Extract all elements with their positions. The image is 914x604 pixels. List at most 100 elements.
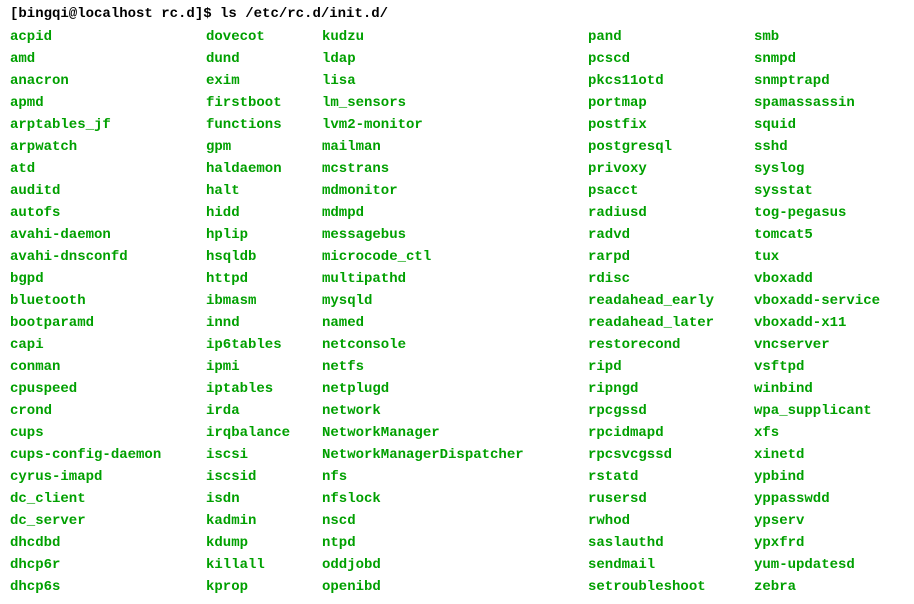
file-entry: ibmasm xyxy=(206,290,306,312)
file-entry: ipmi xyxy=(206,356,306,378)
file-entry: netconsole xyxy=(322,334,572,356)
file-entry: mcstrans xyxy=(322,158,572,180)
file-entry: portmap xyxy=(588,92,738,114)
file-entry: tux xyxy=(754,246,904,268)
file-entry: irqbalance xyxy=(206,422,306,444)
file-entry: capi xyxy=(10,334,190,356)
file-entry: nscd xyxy=(322,510,572,532)
file-entry: snmpd xyxy=(754,48,904,70)
file-entry: vboxadd-x11 xyxy=(754,312,904,334)
file-entry: winbind xyxy=(754,378,904,400)
file-entry: yppasswdd xyxy=(754,488,904,510)
file-entry: saslauthd xyxy=(588,532,738,554)
file-entry: halt xyxy=(206,180,306,202)
file-entry: lisa xyxy=(322,70,572,92)
file-entry: avahi-daemon xyxy=(10,224,190,246)
file-entry: vboxadd-service xyxy=(754,290,904,312)
file-entry: rarpd xyxy=(588,246,738,268)
file-entry: pcscd xyxy=(588,48,738,70)
file-entry: pand xyxy=(588,26,738,48)
file-entry: readahead_early xyxy=(588,290,738,312)
file-entry: tomcat5 xyxy=(754,224,904,246)
file-entry: iscsi xyxy=(206,444,306,466)
file-entry: killall xyxy=(206,554,306,576)
file-entry: dovecot xyxy=(206,26,306,48)
listing-column-4: pandpcscdpkcs11otdportmappostfixpostgres… xyxy=(588,26,738,598)
file-entry: zebra xyxy=(754,576,904,598)
file-entry: isdn xyxy=(206,488,306,510)
file-entry: mailman xyxy=(322,136,572,158)
file-entry: amd xyxy=(10,48,190,70)
file-entry: cups-config-daemon xyxy=(10,444,190,466)
file-entry: multipathd xyxy=(322,268,572,290)
file-entry: ldap xyxy=(322,48,572,70)
file-entry: vboxadd xyxy=(754,268,904,290)
file-entry: exim xyxy=(206,70,306,92)
file-entry: hidd xyxy=(206,202,306,224)
file-entry: nfs xyxy=(322,466,572,488)
file-entry: firstboot xyxy=(206,92,306,114)
file-entry: crond xyxy=(10,400,190,422)
file-entry: auditd xyxy=(10,180,190,202)
file-entry: conman xyxy=(10,356,190,378)
listing-column-1: acpidamdanacronapmdarptables_jfarpwatcha… xyxy=(10,26,190,598)
file-entry: ypxfrd xyxy=(754,532,904,554)
file-entry: kdump xyxy=(206,532,306,554)
file-entry: kprop xyxy=(206,576,306,598)
file-entry: rpcidmapd xyxy=(588,422,738,444)
file-entry: netplugd xyxy=(322,378,572,400)
file-entry: dund xyxy=(206,48,306,70)
file-entry: ip6tables xyxy=(206,334,306,356)
listing-column-3: kudzuldaplisalm_sensorslvm2-monitormailm… xyxy=(322,26,572,598)
file-entry: dc_server xyxy=(10,510,190,532)
file-entry: rwhod xyxy=(588,510,738,532)
file-entry: radvd xyxy=(588,224,738,246)
file-entry: pkcs11otd xyxy=(588,70,738,92)
file-entry: avahi-dnsconfd xyxy=(10,246,190,268)
file-entry: vsftpd xyxy=(754,356,904,378)
file-entry: hsqldb xyxy=(206,246,306,268)
file-entry: dhcp6r xyxy=(10,554,190,576)
file-entry: lvm2-monitor xyxy=(322,114,572,136)
file-entry: netfs xyxy=(322,356,572,378)
file-entry: cpuspeed xyxy=(10,378,190,400)
file-entry: rpcsvcgssd xyxy=(588,444,738,466)
file-entry: autofs xyxy=(10,202,190,224)
file-entry: sysstat xyxy=(754,180,904,202)
file-entry: sendmail xyxy=(588,554,738,576)
file-entry: smb xyxy=(754,26,904,48)
file-entry: messagebus xyxy=(322,224,572,246)
file-entry: mdmpd xyxy=(322,202,572,224)
file-entry: ypbind xyxy=(754,466,904,488)
file-entry: setroubleshoot xyxy=(588,576,738,598)
file-entry: tog-pegasus xyxy=(754,202,904,224)
file-entry: haldaemon xyxy=(206,158,306,180)
file-entry: postfix xyxy=(588,114,738,136)
file-entry: openibd xyxy=(322,576,572,598)
file-entry: rpcgssd xyxy=(588,400,738,422)
file-entry: dc_client xyxy=(10,488,190,510)
file-entry: sshd xyxy=(754,136,904,158)
file-entry: bootparamd xyxy=(10,312,190,334)
file-entry: dhcp6s xyxy=(10,576,190,598)
file-entry: xinetd xyxy=(754,444,904,466)
file-entry: iptables xyxy=(206,378,306,400)
file-entry: arpwatch xyxy=(10,136,190,158)
file-entry: atd xyxy=(10,158,190,180)
file-entry: cups xyxy=(10,422,190,444)
file-entry: arptables_jf xyxy=(10,114,190,136)
file-entry: httpd xyxy=(206,268,306,290)
file-entry: readahead_later xyxy=(588,312,738,334)
file-entry: network xyxy=(322,400,572,422)
file-entry: dhcdbd xyxy=(10,532,190,554)
directory-listing: acpidamdanacronapmdarptables_jfarpwatcha… xyxy=(10,26,904,598)
file-entry: snmptrapd xyxy=(754,70,904,92)
shell-prompt: [bingqi@localhost rc.d]$ ls /etc/rc.d/in… xyxy=(10,6,904,22)
file-entry: gpm xyxy=(206,136,306,158)
file-entry: psacct xyxy=(588,180,738,202)
file-entry: syslog xyxy=(754,158,904,180)
file-entry: named xyxy=(322,312,572,334)
file-entry: ripngd xyxy=(588,378,738,400)
file-entry: nfslock xyxy=(322,488,572,510)
listing-column-2: dovecotdundeximfirstbootfunctionsgpmhald… xyxy=(206,26,306,598)
